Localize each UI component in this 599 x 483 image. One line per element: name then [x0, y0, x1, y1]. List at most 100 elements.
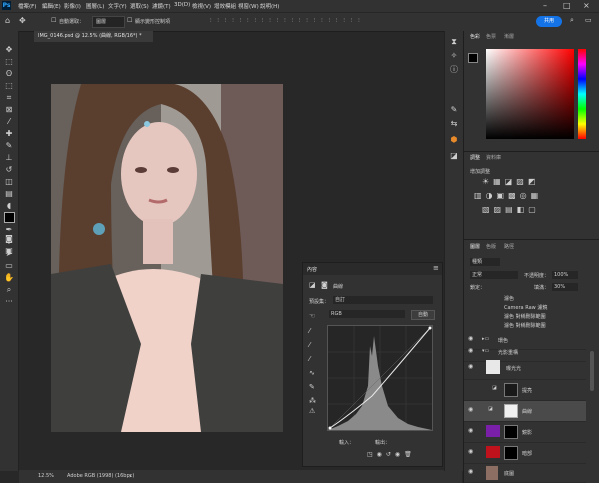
minimize-icon[interactable]: – — [543, 1, 547, 10]
brush-settings-icon[interactable]: ✎ — [449, 105, 459, 115]
stamp-tool-icon[interactable]: ⊥ — [4, 153, 14, 163]
tab-libraries[interactable]: 資料庫 — [486, 154, 501, 161]
tab-swatches[interactable]: 色票 — [486, 33, 496, 40]
menu-select[interactable]: 選取(S) — [130, 2, 149, 10]
layer-row[interactable]: ◉ 曝光光 — [464, 357, 586, 380]
move-tool-icon[interactable]: ✥ — [4, 45, 14, 55]
info-icon[interactable]: ⓘ — [449, 65, 459, 75]
menu-file[interactable]: 檔案(F) — [18, 2, 36, 10]
auto-button[interactable]: 自動 — [411, 310, 435, 320]
pencil-icon[interactable]: ✎ — [309, 383, 315, 391]
tab-paths[interactable]: 路徑 — [504, 243, 514, 250]
menu-filter[interactable]: 濾鏡(T) — [152, 2, 171, 10]
brush-tool-icon[interactable]: ✎ — [4, 141, 14, 151]
target-adjust-icon[interactable]: ☜ — [309, 312, 315, 320]
lasso-tool-icon[interactable]: ʘ — [4, 69, 14, 79]
3d-icon[interactable]: ⬢ — [449, 135, 459, 145]
adjustment-icons-row2[interactable]: ▥◑▣▩◎▦ — [474, 191, 542, 200]
smart-filter-3[interactable]: 濾色 對稱刪除範圍 — [504, 313, 546, 320]
document-tab[interactable]: IMG_0146.psd @ 12.5% (曲線, RGB/16*) * — [34, 31, 153, 42]
color-picker-field[interactable] — [486, 49, 574, 139]
tab-adjustments[interactable]: 調整 — [470, 154, 480, 161]
move-tool-icon[interactable]: ✥ — [19, 16, 26, 25]
history-brush-tool-icon[interactable]: ↺ — [4, 165, 14, 175]
curves-graph[interactable] — [327, 325, 433, 431]
workspace-icon[interactable]: ▭ — [585, 16, 592, 24]
tab-gradients[interactable]: 漸層 — [504, 33, 514, 40]
menu-window[interactable]: 視窗(W) — [238, 2, 259, 10]
menu-layer[interactable]: 圖層(L) — [86, 2, 104, 10]
crop-tool-icon[interactable]: ⌗ — [4, 93, 14, 103]
paths-icon[interactable]: ◪ — [449, 151, 459, 161]
black-point-eyedropper-icon[interactable]: ⁄ — [309, 327, 310, 335]
eye-icon[interactable]: ◉ — [468, 406, 473, 413]
menu-image[interactable]: 影像(I) — [64, 2, 81, 10]
hue-slider[interactable] — [578, 49, 586, 139]
gray-point-eyedropper-icon[interactable]: ⁄ — [309, 341, 310, 349]
opacity-input[interactable]: 100% — [552, 271, 578, 279]
menu-view[interactable]: 檢視(V) — [192, 2, 211, 10]
foreground-color-swatch[interactable] — [4, 212, 15, 223]
shape-tool-icon[interactable]: ▭ — [4, 261, 14, 271]
adjustment-icons-row3[interactable]: ▧▨▤◧▢ — [482, 205, 540, 214]
smart-filter-1[interactable]: 濾色 — [504, 295, 514, 302]
mask-icon[interactable]: ◙ — [321, 281, 328, 289]
maximize-icon[interactable]: □ — [563, 1, 571, 10]
zoom-tool-icon[interactable]: ⌕ — [4, 285, 14, 295]
zoom-level[interactable]: 12.5% — [38, 470, 54, 483]
layer-kind-filter[interactable]: 種類 — [470, 258, 500, 266]
layer-row[interactable]: ◪ 提亮 — [464, 380, 586, 401]
adjustment-icons-row1[interactable]: ☀▦◪▨◩ — [482, 177, 539, 186]
object-select-tool-icon[interactable]: ⬚ — [4, 81, 14, 91]
menu-edit[interactable]: 編輯(E) — [42, 2, 61, 10]
healing-tool-icon[interactable]: ✚ — [4, 129, 14, 139]
eye-icon[interactable]: ◉ — [468, 335, 473, 342]
show-transform-checkbox[interactable]: ☐ — [127, 17, 132, 24]
marquee-tool-icon[interactable]: ⬚ — [4, 57, 14, 67]
tab-channels[interactable]: 色版 — [486, 243, 496, 250]
auto-select-dropdown[interactable]: 圖層 — [92, 16, 125, 28]
eraser-tool-icon[interactable]: ◫ — [4, 177, 14, 187]
menu-help[interactable]: 說明(H) — [260, 2, 279, 10]
menu-3d[interactable]: 3D(D) — [174, 2, 190, 8]
layers-scrollbar[interactable] — [590, 351, 594, 391]
hand-tool-icon[interactable]: ✋ — [4, 273, 14, 283]
smart-filter-4[interactable]: 濾色 對稱刪除範圍 — [504, 322, 546, 329]
screen-mode-icon[interactable]: ▣ — [4, 246, 14, 256]
smooth-icon[interactable]: ⁂ — [309, 397, 316, 405]
frame-tool-icon[interactable]: ⊠ — [4, 105, 14, 115]
layer-row-selected[interactable]: ◉ ◪ 曲線 — [464, 401, 586, 422]
blend-mode-dropdown[interactable]: 正常 — [470, 271, 518, 279]
edit-points-icon[interactable]: ∿ — [309, 369, 315, 377]
home-icon[interactable]: ⌂ — [5, 16, 10, 25]
layer-row[interactable]: ◉ 底圖 — [464, 464, 586, 483]
eye-icon[interactable]: ◉ — [468, 363, 473, 370]
eye-icon[interactable]: ◉ — [468, 427, 473, 434]
history-icon[interactable]: ⧗ — [449, 37, 459, 47]
preset-dropdown[interactable]: 自訂 — [333, 296, 433, 304]
menu-plugins[interactable]: 增效模組 — [214, 2, 236, 10]
white-point-eyedropper-icon[interactable]: ⁄ — [309, 355, 310, 363]
color-fg-swatch[interactable] — [468, 53, 478, 63]
search-icon[interactable]: ⌕ — [570, 16, 574, 25]
auto-select-checkbox[interactable]: ☐ — [51, 17, 56, 24]
panel-menu-icon[interactable]: ≡ — [433, 264, 439, 272]
eye-icon[interactable]: ◉ — [468, 468, 473, 475]
properties-footer-icons[interactable]: ◳◉↺◉🗑 — [367, 451, 416, 458]
layer-row[interactable]: ◉ 暗部 — [464, 443, 586, 464]
more-tools-icon[interactable]: ··· — [4, 297, 14, 307]
channel-dropdown[interactable]: RGB — [329, 310, 405, 318]
share-button[interactable]: 共用 — [536, 16, 562, 27]
menu-type[interactable]: 文字(Y) — [108, 2, 127, 10]
quick-mask-icon[interactable]: ◙ — [4, 234, 14, 244]
close-icon[interactable]: × — [583, 1, 590, 10]
document-image[interactable] — [51, 84, 283, 432]
fill-input[interactable]: 30% — [552, 283, 578, 291]
eye-icon[interactable]: ◉ — [468, 448, 473, 455]
gradient-tool-icon[interactable]: ▤ — [4, 189, 14, 199]
align-icons[interactable]: ⫶ ⫶ ⫶ ⫶ ⫶ ⫶ ⫶ ⫶ ⫶ ⫶ ⫶ ⫶ ⫶ ⫶ ⫶ ⫶ ⫶ ⫶ ⫶ ⫶ … — [210, 17, 362, 25]
navigator-icon[interactable]: ✧ — [449, 51, 459, 61]
smart-filter-2[interactable]: Camera Raw 濾鏡 — [504, 304, 547, 311]
eyedropper-tool-icon[interactable]: ⁄ — [4, 117, 14, 127]
blur-tool-icon[interactable]: ◖ — [4, 201, 14, 211]
